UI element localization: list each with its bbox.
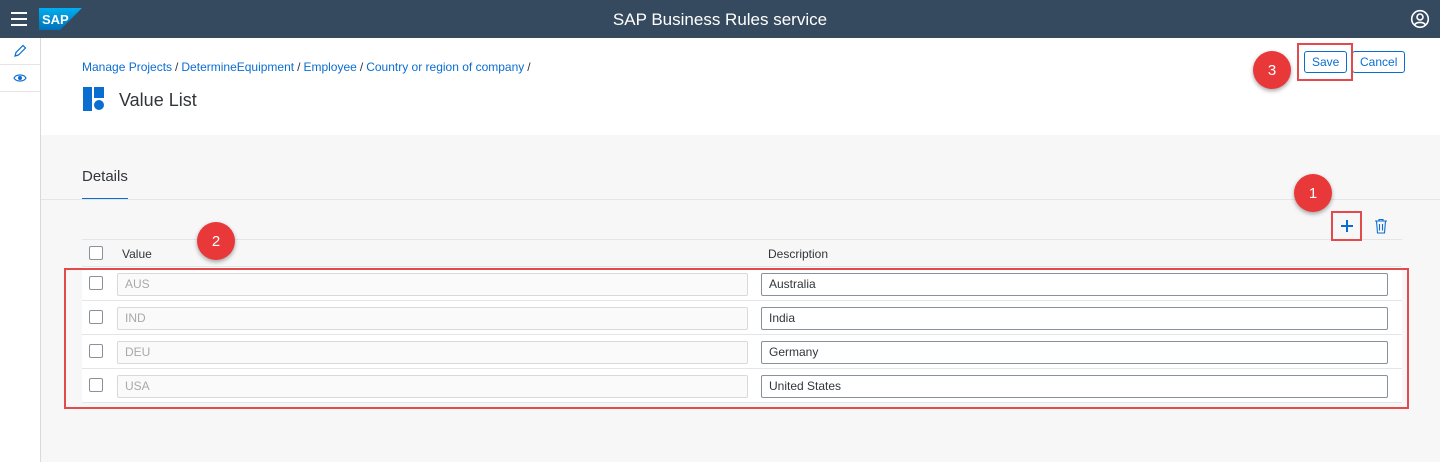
app-title: SAP Business Rules service xyxy=(612,10,828,29)
edit-mode-button[interactable] xyxy=(0,38,40,65)
select-all-checkbox[interactable] xyxy=(89,246,103,260)
table-header: Value Description xyxy=(82,239,1402,267)
value-list-icon xyxy=(83,87,107,111)
column-header-description: Description xyxy=(768,247,829,261)
user-profile-icon[interactable] xyxy=(1410,9,1430,29)
cancel-button[interactable]: Cancel xyxy=(1352,51,1406,73)
preview-mode-button[interactable] xyxy=(0,65,40,92)
breadcrumb-separator: / xyxy=(359,60,364,74)
page-title: Value List xyxy=(119,90,197,110)
breadcrumb-determine-equipment[interactable]: DetermineEquipment xyxy=(181,60,294,74)
callout-badge-2: 2 xyxy=(197,222,235,260)
callout-badge-3: 3 xyxy=(1253,51,1291,89)
breadcrumb-employee[interactable]: Employee xyxy=(303,60,356,74)
breadcrumb-separator: / xyxy=(527,60,531,74)
tab-divider xyxy=(41,199,1440,200)
tab-details[interactable]: Details xyxy=(82,168,128,185)
add-highlight-box xyxy=(1331,211,1362,241)
column-header-value: Value xyxy=(122,247,152,261)
rows-highlight-box xyxy=(64,268,1409,409)
delete-trash-icon xyxy=(1375,218,1387,234)
breadcrumb-manage-projects[interactable]: Manage Projects xyxy=(82,60,172,74)
delete-row-button[interactable] xyxy=(1370,215,1392,237)
shell-bar: SAP SAP Business Rules service xyxy=(0,0,1440,38)
edit-pencil-icon xyxy=(14,44,27,57)
callout-badge-1: 1 xyxy=(1294,174,1332,212)
page-header: Manage Projects / DetermineEquipment / Emplo… xyxy=(41,38,1440,135)
save-highlight-box xyxy=(1297,43,1353,81)
breadcrumb: Manage Projects / DetermineEquipment / Emplo… xyxy=(82,60,534,74)
breadcrumb-separator: / xyxy=(175,60,179,74)
preview-eye-icon xyxy=(13,74,27,82)
side-toolbar xyxy=(0,38,41,462)
breadcrumb-country-region[interactable]: Country or region of company xyxy=(366,60,524,74)
